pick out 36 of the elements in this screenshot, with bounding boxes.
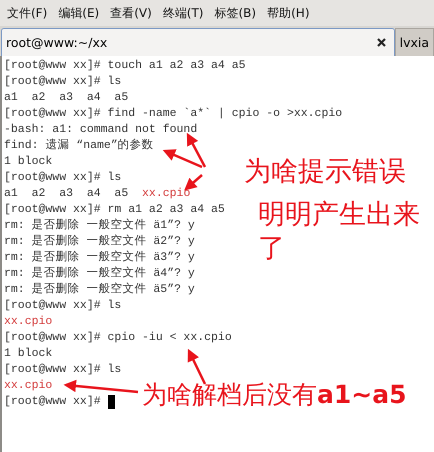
annotation-text: 为啥提示错误 xyxy=(244,155,406,189)
menu-item[interactable]: 编辑(E) xyxy=(58,4,100,22)
terminal-text: [root@www xx]# ls xyxy=(4,362,122,378)
menu-item[interactable]: 文件(F) xyxy=(7,4,48,22)
terminal-text: 1 block xyxy=(4,346,52,362)
terminal-text: xx.cpio xyxy=(142,186,190,202)
annotation-text: 明明产生出来了 xyxy=(258,198,421,266)
terminal-text: [root@www xx]# rm a1 a2 a3 a4 a5 xyxy=(4,202,225,218)
close-icon[interactable] xyxy=(376,38,386,47)
terminal-text: rm: 是否删除 一般空文件 ä5”? y xyxy=(4,282,195,298)
terminal-text: xx.cpio xyxy=(4,378,52,394)
terminal-text: rm: 是否删除 一般空文件 ä2”? y xyxy=(4,234,195,250)
annotation-text: 为啥解档后没有a1~a5 xyxy=(142,379,406,411)
terminal-text: [root@www xx]# ls xyxy=(4,74,122,90)
terminal-text: -bash: a1: command not found xyxy=(4,122,198,138)
terminal-text: [root@www xx]# find -name `a*` | cpio -o >xx.cpio xyxy=(4,106,342,122)
terminal-text: [root@www xx]# touch a1 a2 a3 a4 a5 xyxy=(4,58,246,74)
menu-item[interactable]: 查看(V) xyxy=(110,4,152,22)
terminal-text: a1 a2 a3 a4 a5 xyxy=(4,90,128,106)
terminal-text: a1 a2 a3 a4 a5 xyxy=(4,186,130,202)
terminal-tab[interactable]: lvxia xyxy=(394,28,434,56)
terminal-text: rm: 是否删除 一般空文件 ä1”? y xyxy=(4,218,195,234)
menu-item[interactable]: 帮助(H) xyxy=(267,4,310,22)
terminal-text: [root@www xx]# ls xyxy=(4,298,122,314)
terminal-text: 1 block xyxy=(4,154,52,170)
menu-item[interactable]: 终端(T) xyxy=(162,4,204,22)
terminal-text: xx.cpio xyxy=(4,314,52,330)
arrow xyxy=(188,348,206,385)
terminal-text: [root@www xx]# xyxy=(4,394,102,410)
terminal-text: rm: 是否删除 一般空文件 ä3”? y xyxy=(4,250,195,266)
terminal-text: find: 遗漏 “name”的参数 xyxy=(4,138,154,154)
terminal-text: [root@www xx]# ls xyxy=(4,170,122,186)
menu-item[interactable]: 标签(B) xyxy=(214,4,256,22)
terminal-tab[interactable]: root@www:~/xx xyxy=(1,28,395,56)
terminal-text: [root@www xx]# cpio -iu < xx.cpio xyxy=(4,330,232,346)
terminal-text: rm: 是否删除 一般空文件 ä4”? y xyxy=(4,266,195,282)
